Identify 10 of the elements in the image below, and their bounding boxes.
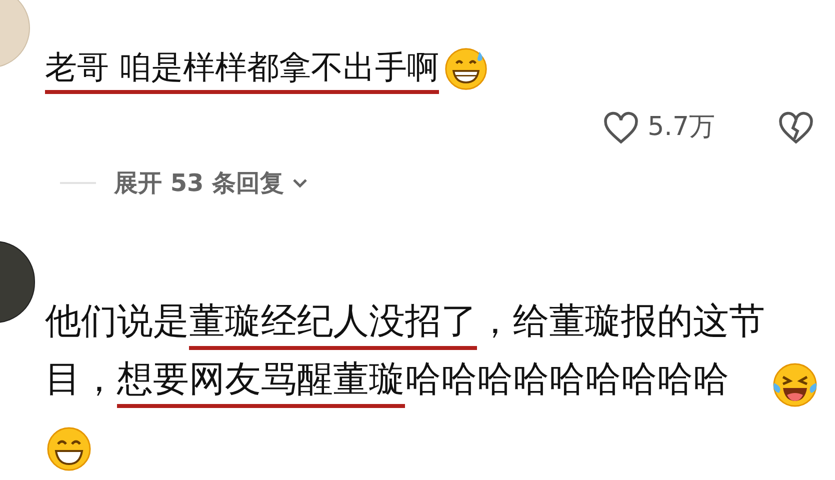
grinning-emoji-icon [45,425,93,474]
grinning-sweat-emoji-icon [443,46,490,92]
laughing-tears-emoji-icon [771,361,819,410]
comment-text: 他们说是董璇经纪人没招了，给董璇报的这节目，想要网友骂醒董璇哈哈哈哈哈哈哈哈哈 [45,293,769,409]
chevron-down-icon [292,177,308,189]
broken-heart-icon[interactable] [777,110,815,144]
heart-icon [602,110,640,144]
comment-text: 老哥 咱是样样都拿不出手啊 [45,48,440,94]
expand-replies-link[interactable]: 展开 53 条回复 [114,165,308,201]
like-button[interactable]: 5.7万 [602,108,715,147]
